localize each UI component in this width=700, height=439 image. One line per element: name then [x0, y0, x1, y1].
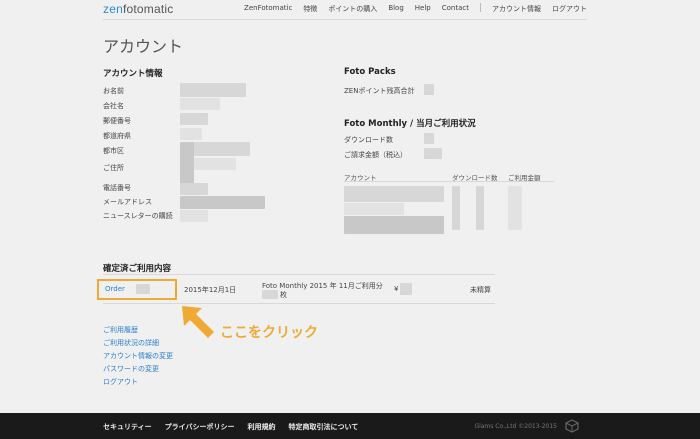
redacted-value: [180, 128, 202, 140]
redacted-value: [180, 196, 265, 209]
field-label-postal: 郵便番号: [103, 117, 131, 125]
confirmed-usage-heading: 確定済ご利用内容: [103, 264, 172, 274]
order-description-sub: 枚: [280, 291, 287, 299]
footer-links: セキュリティー プライバシーポリシー 利用規約 特定商取引法について: [103, 422, 371, 432]
main-nav: ZenFotomatic 特徴 ポイントの購入 Blog Help Contac…: [233, 3, 587, 14]
points-balance-label: ZENポイント残高合計: [344, 87, 415, 95]
link-usage-history[interactable]: ご利用履歴: [103, 324, 173, 337]
field-label-newsletter: ニュースレターの購読: [103, 212, 173, 220]
nav-features[interactable]: 特徴: [303, 4, 317, 14]
nav-contact[interactable]: Contact: [442, 4, 469, 14]
field-label-email: メールアドレス: [103, 198, 152, 206]
nav-help[interactable]: Help: [415, 4, 431, 14]
footer-link-privacy[interactable]: プライバシーポリシー: [165, 422, 235, 432]
header-divider: [103, 19, 587, 20]
footer-link-commerce-law[interactable]: 特定商取引法について: [288, 422, 358, 432]
download-count-label: ダウンロード数: [344, 136, 393, 144]
link-usage-details[interactable]: ご利用状況の詳細: [103, 337, 173, 350]
field-label-city: 都市区: [103, 147, 124, 155]
glams-logo-icon: [565, 419, 579, 433]
redacted-value: [344, 203, 404, 215]
nav-blog[interactable]: Blog: [388, 4, 403, 14]
account-links: ご利用履歴 ご利用状況の詳細 アカウント情報の変更 パスワードの変更 ログアウト: [103, 324, 173, 389]
redacted-value: [262, 290, 278, 299]
nav-zenfotomatic[interactable]: ZenFotomatic: [244, 4, 292, 14]
link-logout[interactable]: ログアウト: [103, 376, 173, 389]
redacted-value: [452, 186, 460, 230]
account-info-heading: アカウント情報: [103, 69, 163, 79]
redacted-value: [194, 158, 236, 170]
click-here-label: ここをクリック: [220, 325, 318, 341]
redacted-value: [180, 142, 194, 187]
nav-divider: [480, 3, 481, 12]
page-title: アカウント: [103, 37, 184, 56]
logo[interactable]: zenfotomatic: [103, 2, 173, 16]
field-label-prefecture: 都道府県: [103, 132, 131, 140]
row-divider-bottom: [103, 303, 495, 304]
redacted-value: [476, 186, 484, 230]
footer-link-security[interactable]: セキュリティー: [103, 422, 152, 432]
link-edit-account[interactable]: アカウント情報の変更: [103, 350, 173, 363]
annotation-arrow-icon: [182, 306, 214, 338]
nav-logout[interactable]: ログアウト: [552, 4, 587, 14]
redacted-amount: [400, 283, 412, 295]
foto-monthly-heading: Foto Monthly / 当月ご利用状況: [344, 119, 476, 129]
redacted-value: [344, 216, 444, 234]
order-currency: ¥: [394, 285, 399, 293]
table-divider: [344, 181, 554, 182]
redacted-value: [424, 148, 442, 159]
footer: セキュリティー プライバシーポリシー 利用規約 特定商取引法について Glams…: [0, 413, 700, 439]
copyright: Glams Co.,Ltd ©2013-2015: [474, 423, 557, 430]
redacted-value: [194, 142, 250, 156]
field-label-phone: 電話番号: [103, 184, 131, 192]
redacted-value: [344, 186, 444, 202]
redacted-value: [180, 183, 208, 195]
order-status: 未精算: [470, 286, 491, 294]
redacted-value: [508, 186, 522, 230]
redacted-order-number: [136, 284, 150, 294]
link-change-password[interactable]: パスワードの変更: [103, 363, 173, 376]
row-divider-top: [103, 274, 495, 275]
field-label-address: ご住所: [103, 164, 124, 172]
redacted-value: [424, 84, 434, 95]
order-link[interactable]: Order: [105, 285, 125, 293]
redacted-value: [424, 133, 434, 144]
redacted-value: [180, 98, 220, 110]
nav-account-info[interactable]: アカウント情報: [492, 4, 541, 14]
field-label-name: お名前: [103, 87, 124, 95]
billing-amount-label: ご請求金額（税込）: [344, 151, 407, 159]
foto-packs-heading: Foto Packs: [344, 67, 396, 77]
redacted-value: [180, 83, 246, 97]
redacted-value: [180, 113, 208, 125]
top-bar: zenfotomatic ZenFotomatic 特徴 ポイントの購入 Blo…: [0, 0, 700, 20]
nav-buy-points[interactable]: ポイントの購入: [328, 4, 377, 14]
field-label-company: 会社名: [103, 102, 124, 110]
footer-link-terms[interactable]: 利用規約: [247, 422, 275, 432]
redacted-value: [180, 210, 208, 222]
order-date: 2015年12月1日: [184, 286, 237, 294]
